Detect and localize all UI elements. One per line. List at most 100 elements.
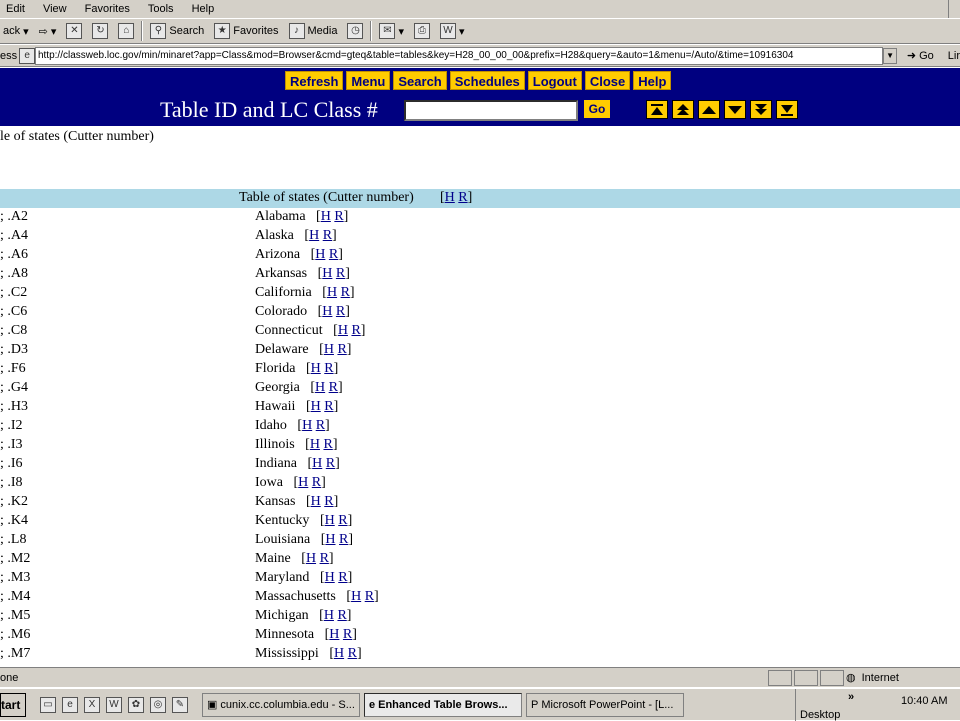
- taskbar-item-browser[interactable]: e Enhanced Table Brows...: [364, 692, 522, 717]
- records-link[interactable]: R: [365, 589, 374, 604]
- start-button[interactable]: tart: [0, 692, 26, 717]
- links-label[interactable]: Lir: [948, 50, 960, 62]
- records-link[interactable]: R: [339, 532, 348, 547]
- page-up-icon[interactable]: [672, 100, 694, 119]
- hierarchy-link[interactable]: H: [325, 570, 335, 585]
- schedules-nav-button[interactable]: Schedules: [449, 71, 525, 90]
- forward-button[interactable]: ⇨ ▾: [36, 20, 60, 42]
- menu-favorites[interactable]: Favorites: [85, 3, 130, 15]
- table-id-go-button[interactable]: Go: [584, 100, 610, 118]
- hierarchy-link[interactable]: H: [310, 437, 320, 452]
- history-button[interactable]: ◷: [344, 20, 366, 42]
- table-id-input[interactable]: [404, 100, 578, 121]
- records-link[interactable]: R: [337, 342, 346, 357]
- desktop-toolbar-label[interactable]: Desktop: [800, 709, 840, 721]
- menu-nav-button[interactable]: Menu: [346, 71, 391, 90]
- records-link[interactable]: R: [326, 456, 335, 471]
- cutter-code: ; .C2: [0, 285, 28, 300]
- records-link[interactable]: R: [329, 247, 338, 262]
- excel-icon[interactable]: X: [84, 696, 100, 713]
- address-input[interactable]: http://classweb.loc.gov/min/minaret?app=…: [34, 46, 884, 65]
- hierarchy-link[interactable]: H: [306, 551, 316, 566]
- hierarchy-link[interactable]: H: [324, 342, 334, 357]
- records-link[interactable]: R: [324, 399, 333, 414]
- records-link[interactable]: R: [329, 380, 338, 395]
- menu-view[interactable]: View: [43, 3, 67, 15]
- records-link[interactable]: R: [323, 228, 332, 243]
- hierarchy-link[interactable]: H: [351, 589, 361, 604]
- hierarchy-link[interactable]: H: [445, 190, 455, 205]
- back-button[interactable]: ack ▾: [0, 20, 32, 42]
- hierarchy-link[interactable]: H: [329, 627, 339, 642]
- close-nav-button[interactable]: Close: [584, 71, 631, 90]
- records-link[interactable]: R: [334, 209, 343, 224]
- refresh-nav-button[interactable]: Refresh: [285, 71, 344, 90]
- hierarchy-link[interactable]: H: [325, 513, 335, 528]
- records-link[interactable]: R: [348, 646, 357, 661]
- desktop-icon[interactable]: ▭: [40, 696, 56, 713]
- hierarchy-link[interactable]: H: [315, 247, 325, 262]
- hierarchy-link[interactable]: H: [302, 418, 312, 433]
- hierarchy-link[interactable]: H: [315, 380, 325, 395]
- taskbar-item-powerpoint[interactable]: P Microsoft PowerPoint - [L...: [526, 692, 684, 717]
- media-button[interactable]: ♪ Media: [286, 20, 341, 42]
- hierarchy-link[interactable]: H: [321, 209, 331, 224]
- menu-edit[interactable]: Edit: [6, 3, 25, 15]
- refresh-button[interactable]: ↻: [89, 20, 111, 42]
- address-dropdown-button[interactable]: ▼: [883, 47, 897, 64]
- search-button[interactable]: ⚲ Search: [147, 20, 207, 42]
- line-down-icon[interactable]: [724, 100, 746, 119]
- print-button[interactable]: ⎙: [411, 20, 433, 42]
- stop-button[interactable]: ✕: [63, 20, 85, 42]
- app-icon[interactable]: ◎: [150, 696, 166, 713]
- ie-icon[interactable]: e: [62, 696, 78, 713]
- logout-nav-button[interactable]: Logout: [527, 71, 582, 90]
- edit-button[interactable]: W ▾: [437, 20, 468, 42]
- help-nav-button[interactable]: Help: [633, 71, 672, 90]
- records-link[interactable]: R: [338, 570, 347, 585]
- word-icon[interactable]: W: [106, 696, 122, 713]
- records-link[interactable]: R: [336, 304, 345, 319]
- hierarchy-link[interactable]: H: [322, 304, 332, 319]
- tray-expand-icon[interactable]: »: [848, 691, 854, 703]
- hierarchy-link[interactable]: H: [334, 646, 344, 661]
- records-link[interactable]: R: [338, 513, 347, 528]
- records-link[interactable]: R: [323, 437, 332, 452]
- records-link[interactable]: R: [336, 266, 345, 281]
- records-link[interactable]: R: [324, 494, 333, 509]
- app-icon[interactable]: ✿: [128, 696, 144, 713]
- hierarchy-link[interactable]: H: [324, 608, 334, 623]
- menu-tools[interactable]: Tools: [148, 3, 174, 15]
- hierarchy-link[interactable]: H: [338, 323, 348, 338]
- search-nav-button[interactable]: Search: [393, 71, 447, 90]
- taskbar-item-cunix[interactable]: ▣ cunix.cc.columbia.edu - S...: [202, 692, 360, 717]
- records-link[interactable]: R: [458, 190, 467, 205]
- first-page-icon[interactable]: [646, 100, 668, 119]
- hierarchy-link[interactable]: H: [312, 456, 322, 471]
- records-link[interactable]: R: [316, 418, 325, 433]
- line-up-icon[interactable]: [698, 100, 720, 119]
- records-link[interactable]: R: [341, 285, 350, 300]
- hierarchy-link[interactable]: H: [325, 532, 335, 547]
- hierarchy-link[interactable]: H: [327, 285, 337, 300]
- records-link[interactable]: R: [312, 475, 321, 490]
- home-button[interactable]: ⌂: [115, 20, 137, 42]
- hierarchy-link[interactable]: H: [309, 228, 319, 243]
- hierarchy-link[interactable]: H: [311, 361, 321, 376]
- hierarchy-link[interactable]: H: [311, 494, 321, 509]
- hierarchy-link[interactable]: H: [311, 399, 321, 414]
- go-button[interactable]: ➜ Go: [907, 49, 934, 63]
- menu-help[interactable]: Help: [192, 3, 215, 15]
- favorites-button[interactable]: ★ Favorites: [211, 20, 281, 42]
- last-page-icon[interactable]: [776, 100, 798, 119]
- app-icon[interactable]: ✎: [172, 696, 188, 713]
- records-link[interactable]: R: [320, 551, 329, 566]
- records-link[interactable]: R: [324, 361, 333, 376]
- page-down-icon[interactable]: [750, 100, 772, 119]
- hierarchy-link[interactable]: H: [322, 266, 332, 281]
- hierarchy-link[interactable]: H: [298, 475, 308, 490]
- records-link[interactable]: R: [343, 627, 352, 642]
- records-link[interactable]: R: [351, 323, 360, 338]
- records-link[interactable]: R: [337, 608, 346, 623]
- mail-button[interactable]: ✉ ▾: [376, 20, 407, 42]
